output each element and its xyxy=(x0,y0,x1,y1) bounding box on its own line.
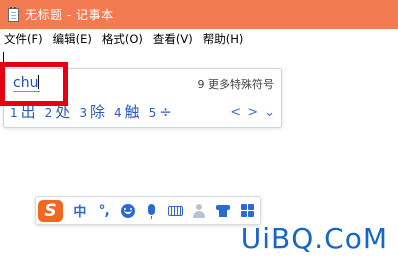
menu-edit[interactable]: 编辑(E) xyxy=(48,31,97,47)
candidate-text: ÷ xyxy=(159,102,172,121)
user-button[interactable] xyxy=(188,200,210,222)
toolbox-button[interactable] xyxy=(236,200,258,222)
menu-file[interactable]: 文件(F) xyxy=(0,31,48,47)
keyboard-icon xyxy=(167,205,183,216)
title-bar: 无标题 - 记事本 xyxy=(0,0,398,29)
chinese-mode-toggle[interactable]: 中 xyxy=(69,200,91,222)
candidate-nav: < > ⌄ xyxy=(230,105,275,120)
toolbox-grid-icon xyxy=(240,204,254,217)
candidate-number: 3 xyxy=(79,106,87,120)
candidate-text: 除 xyxy=(89,103,105,121)
skin-shirt-icon xyxy=(216,204,231,217)
user-icon xyxy=(192,203,206,218)
next-page-icon[interactable]: > xyxy=(247,105,258,120)
menu-help[interactable]: 帮助(H) xyxy=(198,31,249,47)
emoji-icon xyxy=(120,203,135,218)
window-title: 无标题 - 记事本 xyxy=(25,8,114,22)
candidate-5[interactable]: 5 ÷ xyxy=(149,103,172,121)
menu-format[interactable]: 格式(O) xyxy=(97,31,148,47)
more-special-symbols[interactable]: 9 更多特殊符号 xyxy=(198,76,275,92)
menu-view[interactable]: 查看(V) xyxy=(148,31,198,47)
punctuation-toggle[interactable]: °, xyxy=(93,200,115,222)
candidate-4[interactable]: 4触 xyxy=(114,101,140,122)
soft-keyboard-button[interactable] xyxy=(164,200,186,222)
watermark: UiBQ.CoM xyxy=(240,222,388,255)
menu-bar: 文件(F) 编辑(E) 格式(O) 查看(V) 帮助(H) xyxy=(0,29,398,49)
prev-page-icon[interactable]: < xyxy=(230,105,241,120)
candidate-3[interactable]: 3除 xyxy=(79,101,105,122)
candidate-number: 2 xyxy=(44,106,53,120)
candidate-number: 5 xyxy=(148,105,157,120)
sogou-logo-icon[interactable]: S xyxy=(38,199,63,222)
expand-chevron-icon[interactable]: ⌄ xyxy=(264,105,275,120)
microphone-icon xyxy=(147,203,155,219)
notepad-icon xyxy=(8,6,19,22)
ime-status-bar: S 中 °, xyxy=(35,196,261,225)
candidate-number: 4 xyxy=(113,106,122,120)
candidate-number: 1 xyxy=(10,106,18,120)
candidate-text: 触 xyxy=(124,103,140,121)
skin-button[interactable] xyxy=(212,200,234,222)
emoji-button[interactable] xyxy=(117,200,139,222)
highlight-box xyxy=(0,62,68,106)
voice-button[interactable] xyxy=(141,200,163,222)
